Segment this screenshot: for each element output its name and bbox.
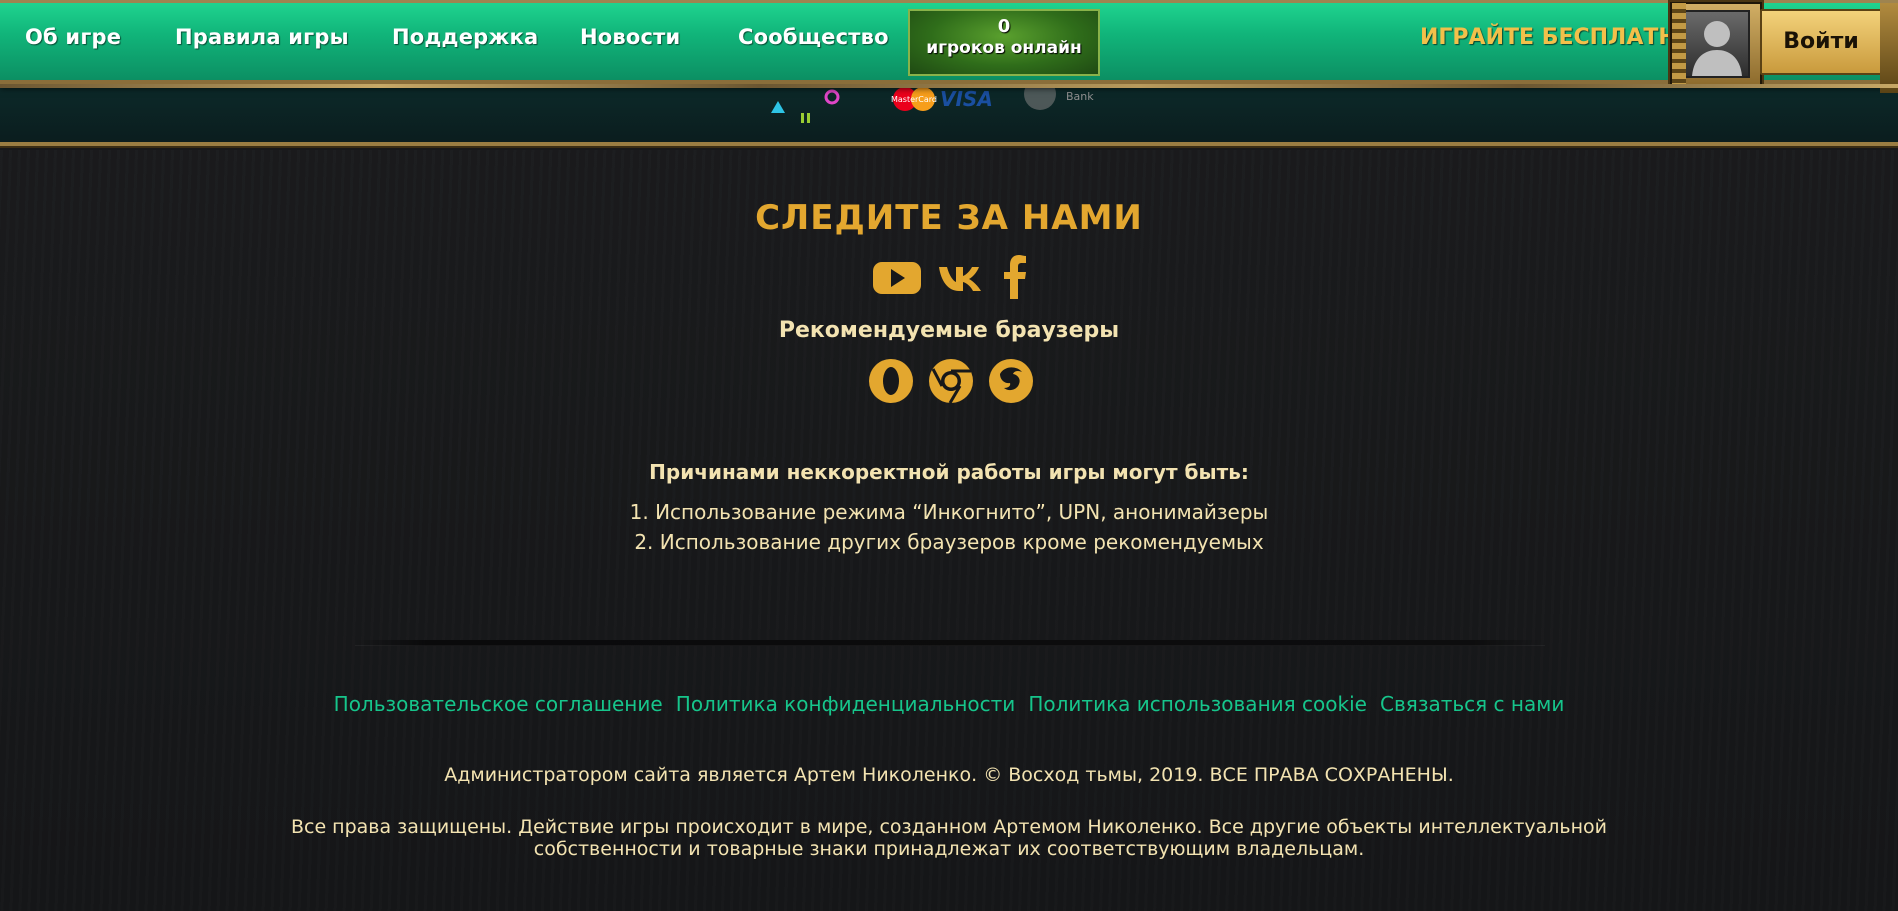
contact-us-link[interactable]: Связаться с нами: [1380, 692, 1564, 716]
user-agreement-link[interactable]: Пользовательское соглашение: [334, 692, 663, 716]
vk-icon[interactable]: [936, 257, 986, 297]
online-count: 0: [997, 16, 1011, 37]
firefox-icon[interactable]: [988, 358, 1034, 404]
footer-divider: [355, 640, 1545, 646]
svg-text:MasterCard: MasterCard: [891, 95, 937, 104]
visa-icon: VISA: [940, 87, 993, 111]
mastercard-icon: MasterCard: [891, 87, 937, 111]
facebook-icon[interactable]: [1000, 253, 1030, 301]
nav-item-news[interactable]: Новости: [580, 25, 680, 49]
payment-methods-strip: MasterCard VISA Bank: [0, 84, 1898, 146]
dragon-ornament: [1672, 3, 1686, 87]
playstation-symbols-icon: [771, 89, 840, 123]
rights-notice-line: Все права защищены. Действие игры происх…: [290, 816, 1608, 838]
legal-links: Пользовательское соглашение Политика кон…: [0, 692, 1898, 716]
recommended-browsers-title: Рекомендуемые браузеры: [778, 318, 1120, 343]
nav-item-about[interactable]: Об игре: [25, 25, 121, 49]
rights-notice-line: собственности и товарные знаки принадлеж…: [533, 838, 1365, 860]
payment-logos: MasterCard VISA Bank: [771, 84, 1094, 123]
user-silhouette-icon: [1684, 10, 1750, 78]
nav-item-community[interactable]: Сообщество: [738, 25, 889, 49]
nav-item-rules[interactable]: Правила игры: [175, 25, 349, 49]
copyright-line: Администратором сайта является Артем Ник…: [444, 764, 1454, 786]
social-icons-row: [872, 253, 1030, 301]
opera-icon[interactable]: [868, 358, 914, 404]
chrome-icon[interactable]: [928, 358, 974, 404]
reason-item: 2. Использование других браузеров кроме …: [634, 530, 1264, 554]
top-navigation-bar: Об игре Правила игры Поддержка Новости С…: [0, 0, 1898, 93]
svg-text:Bank: Bank: [1066, 90, 1094, 103]
youtube-icon[interactable]: [872, 257, 922, 297]
privacy-policy-link[interactable]: Политика конфиденциальности: [676, 692, 1016, 716]
reasons-title: Причинами неккоректной работы игры могут…: [649, 460, 1249, 484]
nav-item-support[interactable]: Поддержка: [392, 25, 538, 49]
online-label: игроков онлайн: [926, 38, 1082, 58]
play-free-link[interactable]: ИГРАЙТЕ БЕСПЛАТНО!: [1420, 25, 1706, 50]
cookie-policy-link[interactable]: Политика использования cookie: [1028, 692, 1367, 716]
reason-item: 1. Использование режима “Инкогнито”, UPN…: [629, 500, 1269, 524]
online-players-counter: 0 игроков онлайн: [908, 9, 1100, 76]
frame-decoration: [1880, 3, 1898, 93]
login-button[interactable]: Войти: [1760, 9, 1882, 75]
browser-icons-row: [868, 358, 1034, 404]
follow-us-title: СЛЕДИТЕ ЗА НАМИ: [755, 198, 1143, 238]
